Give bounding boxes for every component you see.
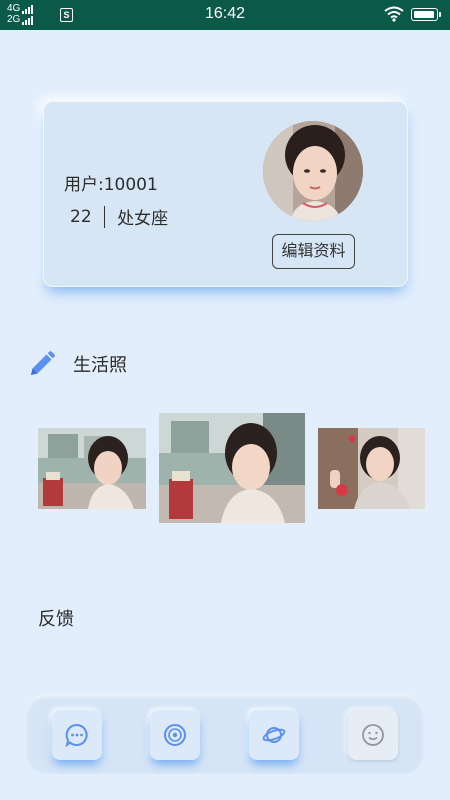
avatar[interactable] xyxy=(263,121,363,221)
status-time: 16:42 xyxy=(204,5,246,22)
meta-divider xyxy=(103,205,106,228)
disc-icon xyxy=(164,724,186,746)
planet-icon xyxy=(262,727,286,743)
life-photo-2[interactable] xyxy=(159,413,305,523)
nav-chat-button[interactable] xyxy=(52,710,102,760)
life-photos-title: 生活照 xyxy=(73,355,127,376)
battery-icon xyxy=(411,8,441,21)
edit-profile-button[interactable]: 编辑资料 xyxy=(272,234,355,269)
life-photo-1[interactable] xyxy=(38,428,146,509)
bottom-nav xyxy=(25,694,425,774)
user-zodiac: 处女座 xyxy=(117,209,169,229)
profile-card: 用户:10001 22 处女座 编辑资料 xyxy=(43,101,408,287)
status-bar: 4G 2G S 16:42 xyxy=(0,0,450,30)
user-id: 用户:10001 xyxy=(64,175,158,195)
wifi-icon xyxy=(384,6,404,22)
smile-icon xyxy=(362,724,384,746)
life-photo-3[interactable] xyxy=(318,428,425,509)
chat-icon xyxy=(65,723,88,747)
user-meta: 22 处女座 xyxy=(70,204,168,229)
life-photos-header: 生活照 xyxy=(28,350,127,378)
nav-planet-button[interactable] xyxy=(249,710,299,760)
user-age: 22 xyxy=(70,206,92,227)
feedback-link[interactable]: 反馈 xyxy=(38,605,74,631)
battery-level xyxy=(414,11,434,18)
nav-disc-button[interactable] xyxy=(150,710,200,760)
nav-smile-button[interactable] xyxy=(348,710,398,760)
pencil-icon xyxy=(31,351,55,375)
